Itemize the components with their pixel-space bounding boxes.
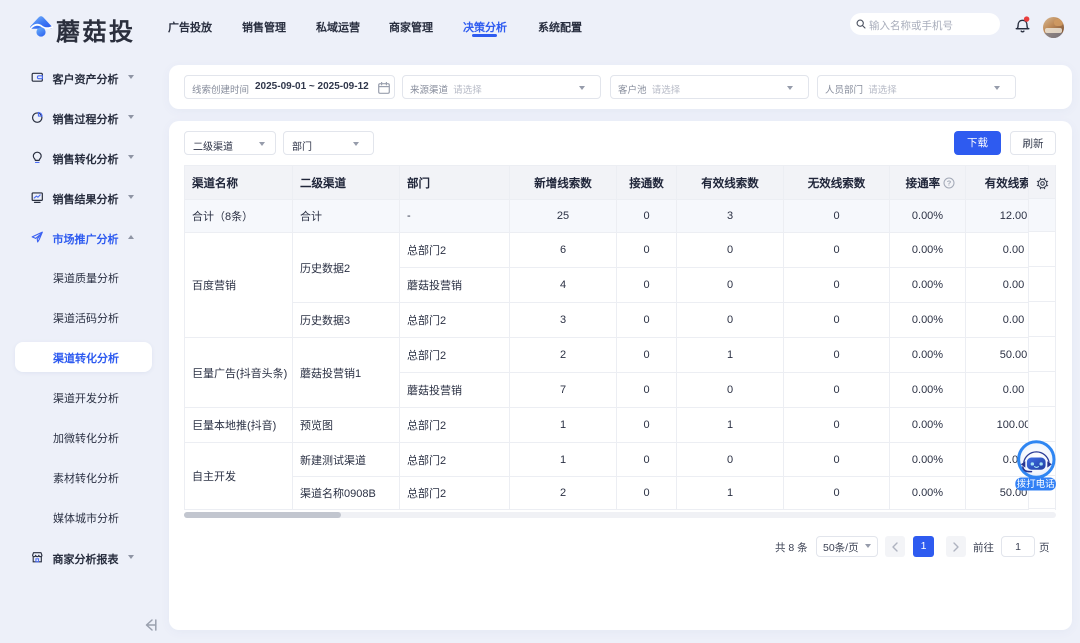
svg-text:拨打电话: 拨打电话	[1017, 478, 1056, 490]
svg-text:?: ?	[947, 178, 952, 187]
